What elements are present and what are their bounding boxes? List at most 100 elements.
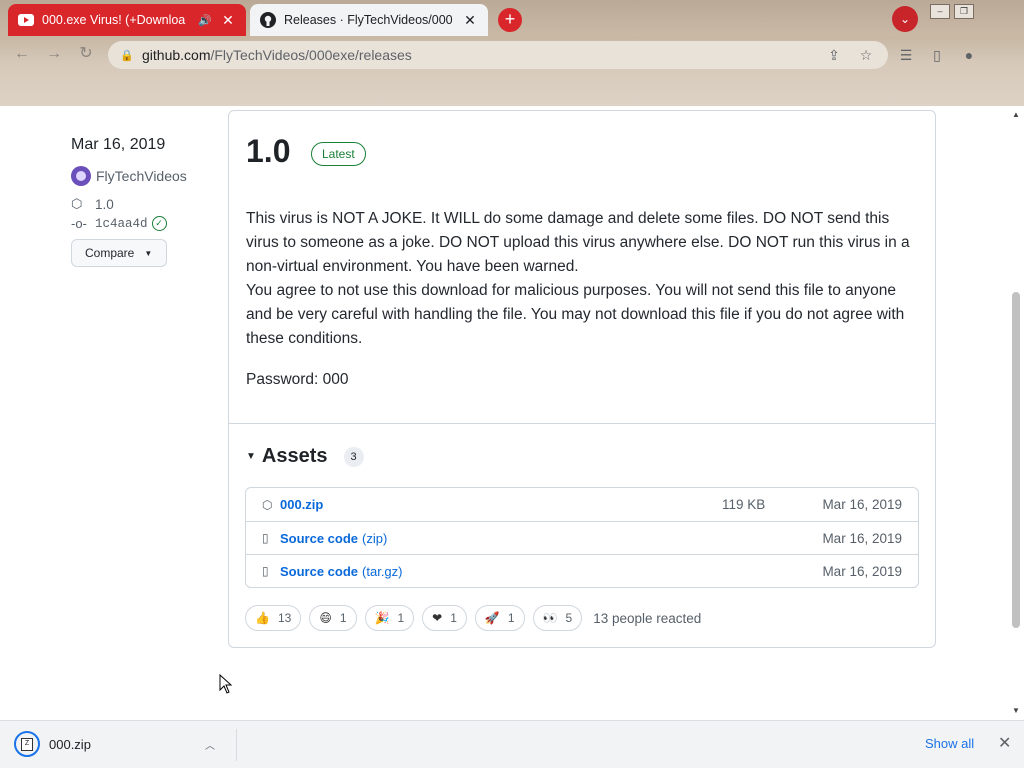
assets-toggle[interactable]: ▼ Assets 3 xyxy=(246,445,364,468)
caret-down-icon: ▼ xyxy=(144,248,153,258)
heart-icon: ❤ xyxy=(432,611,443,625)
close-tab-icon[interactable]: ✕ xyxy=(220,12,236,29)
tag-link[interactable]: 1.0 xyxy=(95,197,114,212)
download-shelf: Z 000.zip ︿ Show all ✕ xyxy=(0,720,1024,768)
compare-button[interactable]: Compare ▼ xyxy=(71,239,167,267)
release-card: 1.0 Latest This virus is NOT A JOKE. It … xyxy=(228,110,936,648)
file-zip-icon: ▯ xyxy=(262,531,269,545)
page-scrollbar[interactable]: ▲ ▼ xyxy=(1008,106,1024,720)
commit-link[interactable]: 1c4aa4d xyxy=(95,217,148,231)
asset-size: 119 KB xyxy=(722,497,766,512)
avatar[interactable] xyxy=(71,166,91,186)
reaction-count: 1 xyxy=(397,611,405,625)
asset-ext[interactable]: (zip) xyxy=(362,531,387,546)
share-icon[interactable]: ⇪ xyxy=(824,45,844,65)
show-all-link[interactable]: Show all xyxy=(925,736,974,751)
reaction-count: 1 xyxy=(450,611,457,625)
lock-icon: 🔒 xyxy=(120,49,134,62)
download-item[interactable]: Z 000.zip xyxy=(14,731,91,757)
thumbs-up-icon: 👍 xyxy=(255,611,270,625)
restore-icon[interactable]: ❐ xyxy=(954,4,974,19)
rocket-icon: 🚀 xyxy=(484,611,500,625)
zip-file-icon: Z xyxy=(14,731,40,757)
tada-icon: 🎉 xyxy=(374,611,390,625)
tab-title: 000.exe Virus! (+Downloa xyxy=(42,13,186,27)
reaction-eyes[interactable]: 👀 5 xyxy=(532,605,583,631)
asset-date: Mar 16, 2019 xyxy=(822,563,902,579)
asset-link[interactable]: Source code xyxy=(280,564,358,579)
minimize-icon[interactable]: – xyxy=(930,4,950,19)
tab-search-icon[interactable]: ⌄ xyxy=(892,6,918,32)
bookmark-star-icon[interactable]: ☆ xyxy=(856,45,876,65)
tab-github-releases[interactable]: Releases · FlyTechVideos/000 ✕ xyxy=(250,4,488,36)
tag-icon: ⬡ xyxy=(71,196,83,211)
asset-link[interactable]: Source code xyxy=(280,531,358,546)
tab-youtube[interactable]: 000.exe Virus! (+Downloa 🔊 ✕ xyxy=(8,4,246,36)
profile-icon[interactable]: ● xyxy=(959,45,979,65)
assets-heading: Assets xyxy=(261,445,328,467)
url-path: /FlyTechVideos/000exe/releases xyxy=(210,47,412,63)
reading-list-icon[interactable]: ☰ xyxy=(896,45,916,65)
package-icon: ⬡ xyxy=(262,497,273,512)
reaction-thumbs-up[interactable]: 👍 13 xyxy=(245,605,302,631)
asset-row: ▯ Source code (zip) Mar 16, 2019 xyxy=(246,521,918,554)
back-icon[interactable]: ← xyxy=(10,42,34,66)
speaker-icon[interactable]: 🔊 xyxy=(198,14,212,27)
reaction-smile[interactable]: 😄 1 xyxy=(309,605,357,631)
release-date: Mar 16, 2019 xyxy=(71,136,166,153)
triangle-down-icon: ▼ xyxy=(246,451,256,462)
scroll-down-icon[interactable]: ▼ xyxy=(1012,706,1020,715)
release-title[interactable]: 1.0 xyxy=(246,133,290,170)
youtube-icon xyxy=(18,12,34,28)
reaction-tada[interactable]: 🎉 1 xyxy=(364,605,415,631)
scroll-up-icon[interactable]: ▲ xyxy=(1012,110,1020,119)
github-icon xyxy=(260,12,276,28)
asset-link[interactable]: 000.zip xyxy=(280,497,323,512)
side-panel-icon[interactable]: ▯ xyxy=(927,45,947,65)
scrollbar-thumb[interactable] xyxy=(1012,292,1020,628)
password-text: Password: 000 xyxy=(246,371,349,388)
file-zip-icon: ▯ xyxy=(262,564,269,578)
reactions-bar: 👍 13 😄 1 🎉 1 ❤ 1 🚀 1 👀 5 13 people react… xyxy=(245,605,701,631)
asset-date: Mar 16, 2019 xyxy=(822,530,902,546)
verified-check-icon[interactable]: ✓ xyxy=(151,216,167,231)
download-filename: 000.zip xyxy=(49,736,91,752)
assets-count: 3 xyxy=(343,446,364,467)
release-page: Mar 16, 2019 FlyTechVideos ⬡ 1.0 -o- 1c4… xyxy=(0,106,1008,720)
chevron-up-icon[interactable]: ︿ xyxy=(205,737,215,752)
reaction-count: 1 xyxy=(507,611,515,625)
asset-row: ⬡ 000.zip 119 KB Mar 16, 2019 xyxy=(246,488,918,521)
address-bar[interactable]: 🔒 github.com/FlyTechVideos/000exe/releas… xyxy=(108,41,888,69)
latest-badge: Latest xyxy=(311,142,366,166)
smile-icon: 😄 xyxy=(319,611,332,625)
release-notes: This virus is NOT A JOKE. It WILL do som… xyxy=(246,207,926,351)
release-notes-paragraph: This virus is NOT A JOKE. It WILL do som… xyxy=(246,210,910,275)
author-link[interactable]: FlyTechVideos xyxy=(96,168,187,184)
reload-icon[interactable]: ↻ xyxy=(74,42,98,66)
forward-icon[interactable]: → xyxy=(42,42,66,66)
divider xyxy=(236,729,237,761)
compare-label: Compare xyxy=(85,246,135,260)
commit-icon: -o- xyxy=(71,216,87,231)
asset-date: Mar 16, 2019 xyxy=(822,497,902,512)
eyes-icon: 👀 xyxy=(542,611,558,625)
tab-title: Releases · FlyTechVideos/000 xyxy=(284,13,453,27)
url-host: github.com xyxy=(142,47,211,63)
reaction-heart[interactable]: ❤ 1 xyxy=(422,605,467,631)
assets-list: ⬡ 000.zip 119 KB Mar 16, 2019 ▯ Source c… xyxy=(245,487,919,588)
close-icon[interactable]: ✕ xyxy=(998,733,1011,753)
reaction-count: 5 xyxy=(565,611,573,625)
close-tab-icon[interactable]: ✕ xyxy=(462,12,478,29)
divider xyxy=(229,423,935,424)
asset-row: ▯ Source code (tar.gz) Mar 16, 2019 xyxy=(246,554,918,587)
release-sidebar: Mar 16, 2019 FlyTechVideos ⬡ 1.0 -o- 1c4… xyxy=(71,136,211,267)
asset-ext[interactable]: (tar.gz) xyxy=(362,564,402,579)
release-notes-paragraph: You agree to not use this download for m… xyxy=(246,282,905,347)
tab-strip: 000.exe Virus! (+Downloa 🔊 ✕ Releases · … xyxy=(0,0,1024,36)
reaction-count: 1 xyxy=(339,611,347,625)
new-tab-button[interactable]: + xyxy=(498,8,522,32)
mouse-cursor-icon xyxy=(219,674,233,694)
reaction-count: 13 xyxy=(277,611,292,625)
reaction-rocket[interactable]: 🚀 1 xyxy=(474,605,525,631)
reactions-summary: 13 people reacted xyxy=(593,610,702,626)
